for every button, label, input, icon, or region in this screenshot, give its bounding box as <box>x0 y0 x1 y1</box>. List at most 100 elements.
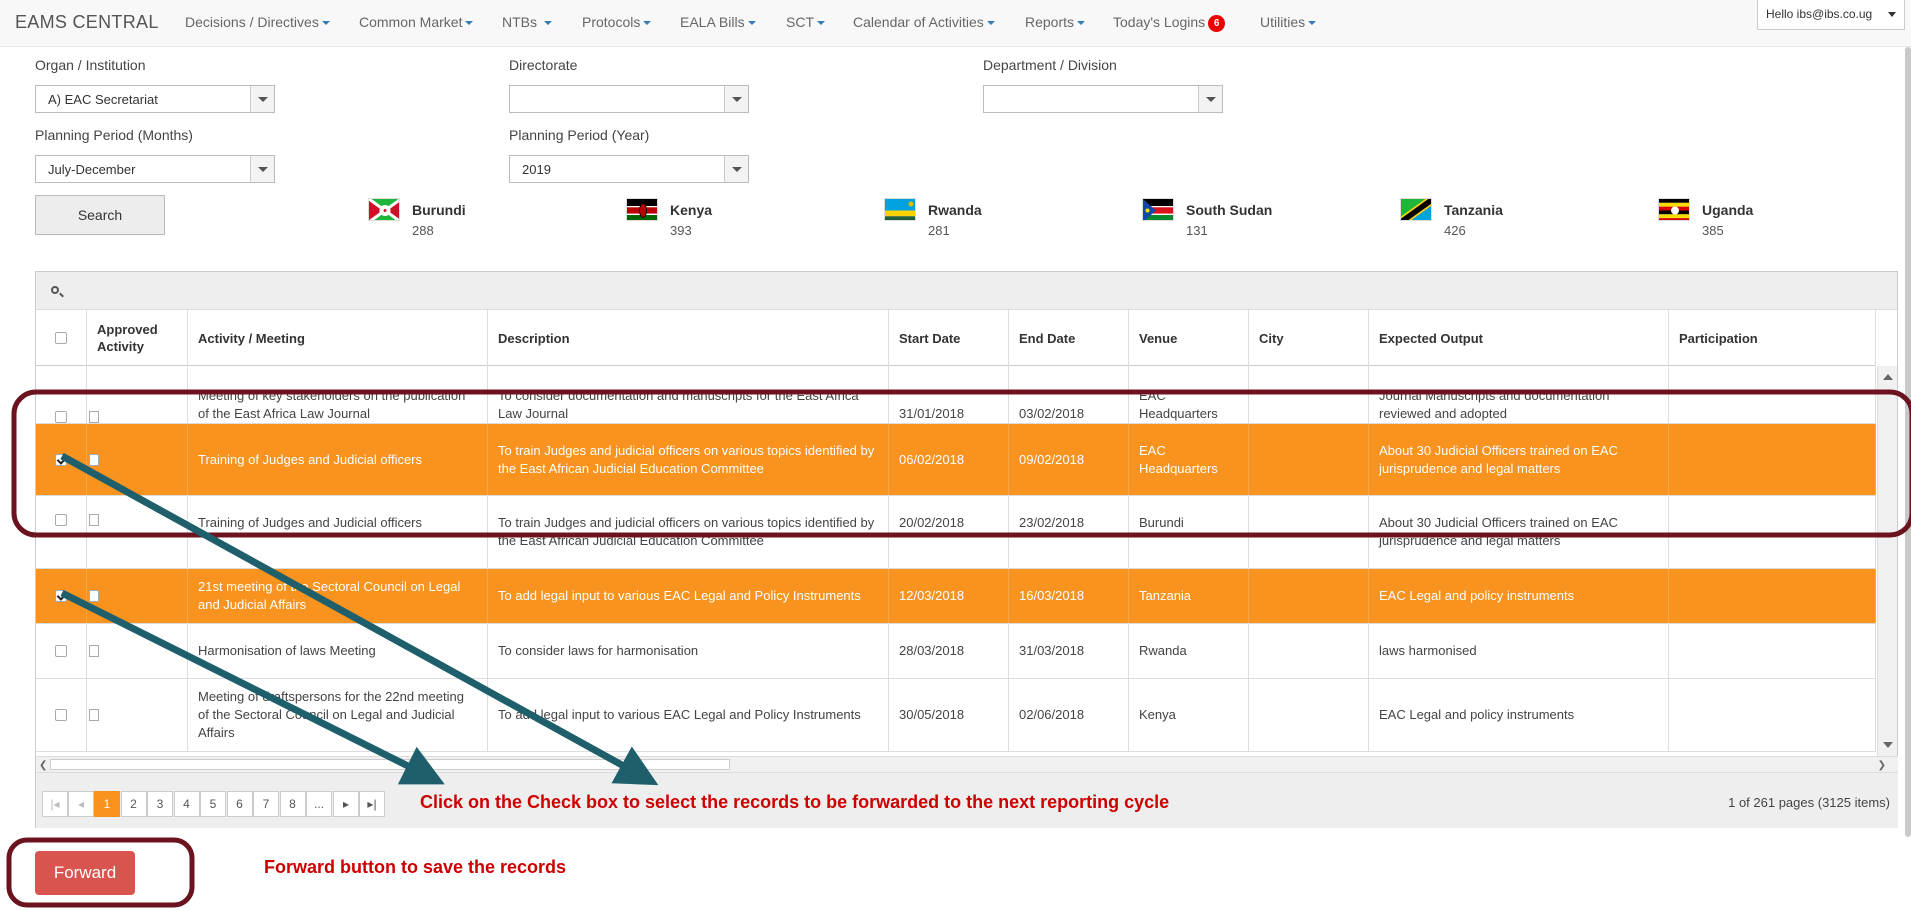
row-select-checkbox[interactable] <box>55 590 67 602</box>
chevron-down-icon[interactable] <box>1198 86 1222 112</box>
header-city[interactable]: City <box>1249 310 1369 366</box>
next-page-icon[interactable]: ▸ <box>333 791 359 817</box>
cell-city <box>1249 624 1369 678</box>
first-page-icon[interactable]: |◂ <box>42 791 68 817</box>
chevron-down-icon[interactable] <box>250 86 274 112</box>
row-select-checkbox[interactable] <box>55 645 67 657</box>
chevron-down-icon <box>1888 12 1896 17</box>
approved-checkbox[interactable] <box>89 411 99 423</box>
horizontal-scroll-thumb[interactable] <box>50 759 730 770</box>
row-select-checkbox[interactable] <box>55 709 67 721</box>
search-icon[interactable] <box>51 286 59 294</box>
period-months-label: Planning Period (Months) <box>35 127 193 143</box>
row-select-checkbox[interactable] <box>55 514 67 526</box>
nav-label: Protocols <box>582 14 641 30</box>
department-select[interactable] <box>983 85 1223 113</box>
approved-checkbox[interactable] <box>89 514 99 526</box>
nav-label: Calendar of Activities <box>853 14 984 30</box>
nav-utilities[interactable]: Utilities <box>1260 14 1317 30</box>
directorate-select[interactable] <box>509 85 749 113</box>
nav-common-market[interactable]: Common Market <box>359 14 474 30</box>
forward-button[interactable]: Forward <box>35 851 135 895</box>
nav-todays-logins[interactable]: Today's Logins 6 <box>1113 14 1226 32</box>
cell-select <box>36 366 87 423</box>
cell-select <box>36 569 87 623</box>
prev-page-icon[interactable]: ◂ <box>68 791 94 817</box>
page-button[interactable]: 7 <box>253 791 279 817</box>
nav-protocols[interactable]: Protocols <box>582 14 652 30</box>
cell-description-text: To add legal input to various EAC Legal … <box>498 588 861 603</box>
page-button[interactable]: ... <box>306 791 332 817</box>
header-approved-activity[interactable]: Approved Activity <box>87 310 188 366</box>
chevron-down-icon[interactable] <box>250 156 274 182</box>
nav-calendar-of-activities[interactable]: Calendar of Activities <box>853 14 995 30</box>
page-button[interactable]: 3 <box>147 791 173 817</box>
approved-checkbox[interactable] <box>89 645 99 657</box>
approved-checkbox[interactable] <box>89 590 99 602</box>
period-year-select[interactable]: 2019 <box>509 155 749 183</box>
header-start-date[interactable]: Start Date <box>889 310 1009 366</box>
grid-horizontal-scrollbar[interactable]: ❮ ❯ <box>36 756 1898 772</box>
table-row[interactable]: Training of Judges and Judicial officers… <box>36 424 1876 496</box>
last-page-icon[interactable]: ▸| <box>359 791 385 817</box>
row-select-checkbox[interactable] <box>55 411 67 423</box>
organ-select[interactable]: A) EAC Secretariat <box>35 85 275 113</box>
nav-reports[interactable]: Reports <box>1025 14 1086 30</box>
table-row[interactable]: 21st meeting of the Sectoral Council on … <box>36 569 1876 624</box>
table-row[interactable]: Training of Judges and Judicial officers… <box>36 496 1876 569</box>
cell-start-date-text: 30/05/2018 <box>899 707 965 722</box>
page-button[interactable]: 4 <box>173 791 200 817</box>
grid-search-bar[interactable] <box>36 272 1897 310</box>
user-menu[interactable]: Hello ibs@ibs.co.ug <box>1757 0 1905 30</box>
table-row[interactable]: Meeting of key stakeholders on the publi… <box>36 366 1876 424</box>
cell-end-date: 02/06/2018 <box>1009 679 1129 751</box>
nav-sct[interactable]: SCT <box>786 14 825 30</box>
cell-expected-output-text: About 30 Judicial Officers trained on EA… <box>1379 442 1618 476</box>
approved-checkbox[interactable] <box>89 453 99 466</box>
chevron-down-icon[interactable] <box>724 86 748 112</box>
page-button[interactable]: 6 <box>226 791 253 817</box>
header-expected-output[interactable]: Expected Output <box>1369 310 1669 366</box>
chevron-down-icon[interactable] <box>724 156 748 182</box>
cell-end-date: 03/02/2018 <box>1009 366 1129 423</box>
scroll-down-icon[interactable] <box>1883 742 1893 748</box>
rwanda-flag-icon <box>884 198 916 221</box>
nav-eala-bills[interactable]: EALA Bills <box>680 14 756 30</box>
page-button[interactable]: 2 <box>120 791 147 817</box>
period-months-select[interactable]: July-December <box>35 155 275 183</box>
page-button[interactable]: 1 <box>94 791 120 817</box>
cell-activity-text: Training of Judges and Judicial officers <box>198 515 423 530</box>
scroll-right-icon[interactable]: ❯ <box>1878 760 1886 771</box>
cell-activity: Training of Judges and Judicial officers <box>188 424 488 495</box>
approved-checkbox[interactable] <box>89 709 99 721</box>
scroll-left-icon[interactable]: ❮ <box>39 760 47 771</box>
nav-label: Common Market <box>359 14 463 30</box>
nav-ntbs[interactable]: NTBs <box>502 14 552 30</box>
brand-title[interactable]: EAMS CENTRAL <box>15 12 159 33</box>
page-button[interactable]: 5 <box>200 791 226 817</box>
header-participation[interactable]: Participation <box>1669 310 1876 366</box>
chevron-down-icon <box>817 21 825 26</box>
cell-venue-text: EAC Headquarters <box>1139 442 1218 476</box>
period-year-label: Planning Period (Year) <box>509 127 650 143</box>
cell-participation <box>1669 496 1876 568</box>
row-select-checkbox[interactable] <box>55 453 67 466</box>
search-button[interactable]: Search <box>35 195 165 235</box>
cell-approved <box>89 424 109 495</box>
grid-vertical-scrollbar[interactable] <box>1877 366 1897 756</box>
header-venue[interactable]: Venue <box>1129 310 1249 366</box>
header-activity-meeting[interactable]: Activity / Meeting <box>188 310 488 366</box>
period-year-value: 2019 <box>522 162 551 177</box>
cell-participation <box>1669 679 1876 751</box>
table-row[interactable]: Meeting of draftspersons for the 22nd me… <box>36 679 1876 752</box>
scroll-up-icon[interactable] <box>1883 374 1893 380</box>
page-button[interactable]: 8 <box>279 791 306 817</box>
header-description[interactable]: Description <box>488 310 889 366</box>
country-name: Rwanda <box>928 202 982 218</box>
header-end-date[interactable]: End Date <box>1009 310 1129 366</box>
nav-decisions-directives[interactable]: Decisions / Directives <box>185 14 330 30</box>
cell-description: To consider laws for harmonisation <box>488 624 889 678</box>
page-scrollbar[interactable] <box>1905 47 1911 837</box>
select-all-checkbox[interactable] <box>55 332 67 344</box>
table-row[interactable]: Harmonisation of laws Meeting To consider… <box>36 624 1876 679</box>
